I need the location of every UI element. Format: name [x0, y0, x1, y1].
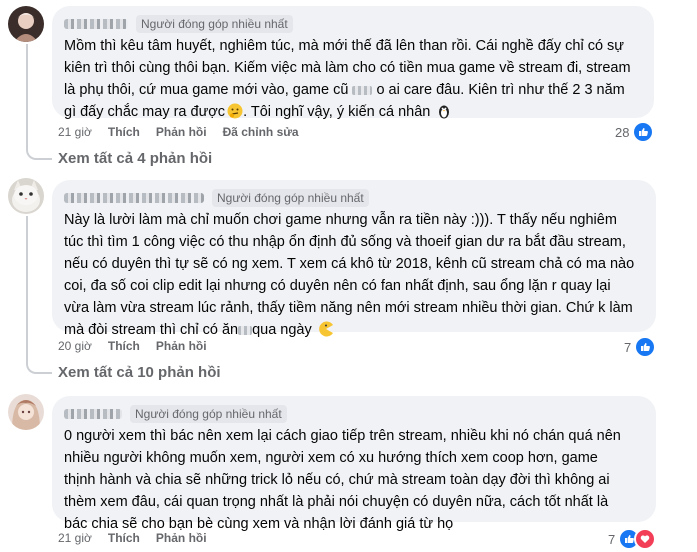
thread-connector — [26, 44, 52, 160]
comment-text: Này là lười làm mà chỉ muốn chơi game nh… — [64, 212, 635, 338]
top-contributor-badge: Người đóng góp nhiều nhất — [136, 15, 293, 33]
comment-bubble: Người đóng góp nhiều nhất 0 người xem th… — [52, 396, 656, 532]
top-contributor-badge: Người đóng góp nhiều nhất — [212, 189, 369, 207]
avatar[interactable] — [8, 178, 44, 214]
top-contributor-badge: Người đóng góp nhiều nhất — [130, 405, 287, 423]
avatar[interactable] — [8, 6, 44, 42]
comment-bubble: Người đóng góp nhiều nhất Này là lười là… — [52, 180, 656, 338]
reaction-count: 28 — [615, 124, 630, 140]
avatar[interactable] — [8, 394, 44, 430]
comment-actions: 21 giờ Thích Phản hồi Đã chỉnh sửa — [58, 125, 315, 139]
comment-actions: 20 giờ Thích Phản hồi — [58, 339, 223, 353]
reply-button[interactable]: Phản hồi — [156, 125, 207, 139]
comment-text: 0 người xem thì bác nên xem lại cách gia… — [64, 428, 621, 532]
thread-connector — [26, 216, 52, 374]
author-name[interactable] — [64, 409, 122, 419]
view-replies-link[interactable]: Xem tất cả 4 phản hồi — [58, 150, 212, 167]
heart-reaction-icon — [634, 528, 657, 550]
reaction-summary[interactable]: 7 — [608, 528, 657, 550]
redacted-text — [238, 325, 253, 335]
comment-bubble: Người đóng góp nhiều nhất Mồm thì kêu tâ… — [52, 6, 654, 120]
thinking-face-icon — [227, 103, 243, 119]
penguin-icon — [436, 103, 452, 119]
reaction-count: 7 — [624, 339, 632, 355]
author-name[interactable] — [64, 19, 128, 29]
comment-actions: 21 giờ Thích Phản hồi — [58, 531, 223, 545]
timestamp[interactable]: 21 giờ — [58, 531, 92, 545]
author-name[interactable] — [64, 193, 204, 203]
like-button[interactable]: Thích — [108, 125, 140, 139]
like-button[interactable]: Thích — [108, 339, 140, 353]
reply-button[interactable]: Phản hồi — [156, 531, 207, 545]
reaction-summary[interactable]: 28 — [615, 121, 655, 143]
reply-button[interactable]: Phản hồi — [156, 339, 207, 353]
timestamp[interactable]: 21 giờ — [58, 125, 92, 139]
timestamp[interactable]: 20 giờ — [58, 339, 92, 353]
reaction-summary[interactable]: 7 — [624, 336, 657, 358]
redacted-text — [352, 85, 373, 95]
reaction-count: 7 — [608, 531, 616, 547]
view-replies-link[interactable]: Xem tất cả 10 phản hồi — [58, 364, 221, 381]
comment-text: Mồm thì kêu tâm huyết, nghiêm túc, mà mớ… — [64, 38, 631, 120]
like-reaction-icon — [632, 121, 655, 143]
pacman-icon — [318, 321, 334, 337]
like-reaction-icon — [634, 336, 657, 358]
edited-label[interactable]: Đã chỉnh sửa — [223, 125, 299, 139]
like-button[interactable]: Thích — [108, 531, 140, 545]
